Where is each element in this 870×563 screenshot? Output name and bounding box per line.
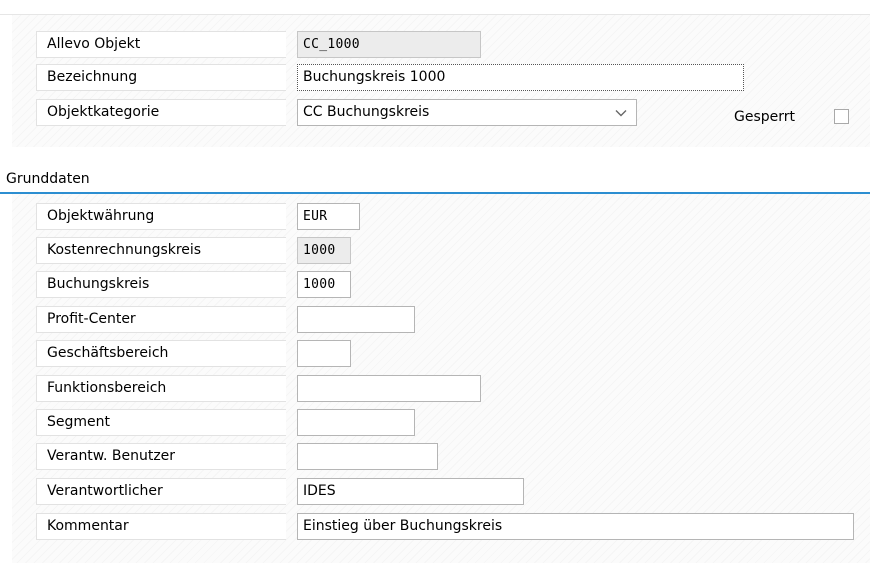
label-kommentar: Kommentar [36, 513, 286, 540]
objektkategorie-select[interactable]: CC Buchungskreis [297, 99, 637, 126]
label-funktionsbereich: Funktionsbereich [36, 375, 286, 402]
verantw-benutzer-field[interactable] [297, 443, 438, 470]
section-header-grunddaten: Grunddaten [0, 168, 870, 194]
label-kostenrechnungskreis: Kostenrechnungskreis [36, 237, 286, 264]
segment-field[interactable] [297, 409, 415, 436]
chevron-down-icon [615, 110, 627, 117]
profit-center-field[interactable] [297, 306, 415, 333]
label-verantw-benutzer: Verantw. Benutzer [36, 443, 286, 470]
funktionsbereich-field[interactable] [297, 375, 481, 402]
kostenrechnungskreis-field: 1000 [297, 237, 351, 264]
label-profit-center: Profit-Center [36, 306, 286, 333]
label-objektwaehrung: Objektwährung [36, 203, 286, 230]
kommentar-field[interactable]: Einstieg über Buchungskreis [297, 513, 854, 540]
gesperrt-label: Gesperrt [734, 109, 796, 125]
label-allevo-objekt: Allevo Objekt [36, 31, 286, 58]
label-objektkategorie: Objektkategorie [36, 99, 286, 126]
label-buchungskreis: Buchungskreis [36, 271, 286, 298]
buchungskreis-field[interactable]: 1000 [297, 271, 351, 298]
label-verantwortlicher: Verantwortlicher [36, 478, 286, 505]
verantwortlicher-field[interactable]: IDES [297, 478, 524, 505]
label-segment: Segment [36, 409, 286, 436]
objektkategorie-value: CC Buchungskreis [303, 104, 430, 120]
geschaeftsbereich-field[interactable] [297, 340, 351, 367]
label-bezeichnung: Bezeichnung [36, 64, 286, 91]
allevo-objekt-field: CC_1000 [297, 31, 481, 58]
section-title: Grunddaten [6, 171, 90, 187]
label-geschaeftsbereich: Geschäftsbereich [36, 340, 286, 367]
gesperrt-checkbox[interactable] [834, 109, 849, 124]
objektwaehrung-field[interactable]: EUR [297, 203, 360, 230]
bezeichnung-field[interactable]: Buchungskreis 1000 [297, 64, 744, 91]
